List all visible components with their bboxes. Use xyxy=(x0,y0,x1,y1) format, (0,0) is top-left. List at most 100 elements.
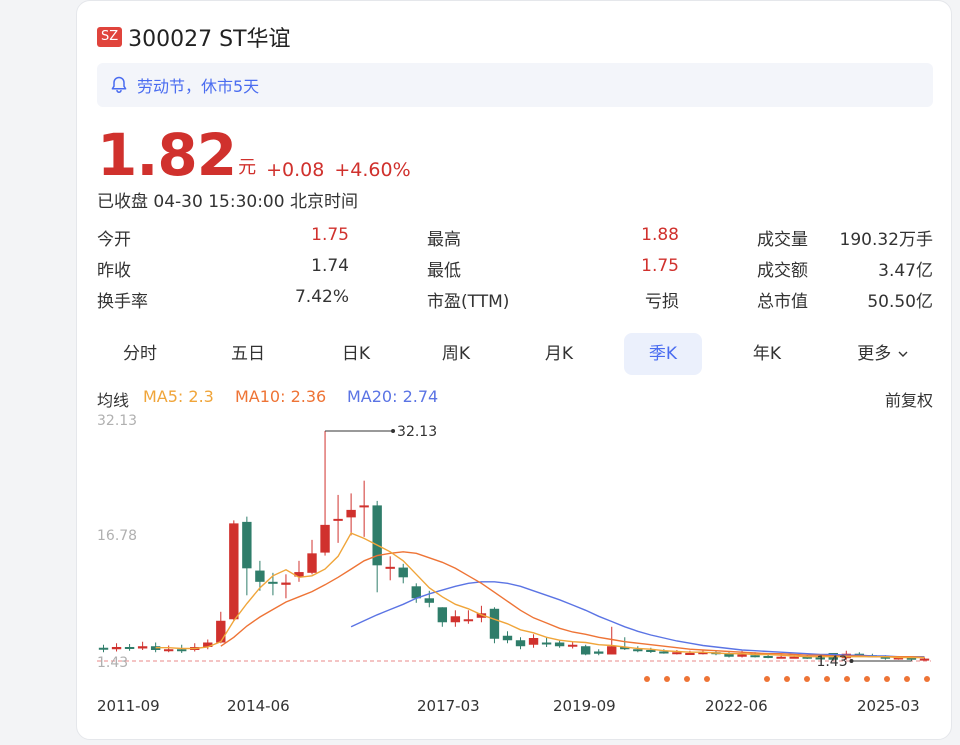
candle-body xyxy=(646,649,656,652)
tab-more[interactable]: 更多 xyxy=(837,333,929,375)
candle-body xyxy=(607,646,617,655)
candle-body xyxy=(776,656,786,659)
candle-body xyxy=(672,652,682,655)
tab-more-label: 更多 xyxy=(857,344,892,364)
tab-five-day[interactable]: 五日 xyxy=(209,333,287,375)
ma-legend: 均线 MA5: 2.3 MA10: 2.36 MA20: 2.74 前复权 xyxy=(97,385,933,411)
min-annotation-label: 1.43 xyxy=(816,654,847,670)
candle-body xyxy=(594,651,604,654)
event-marker xyxy=(704,676,710,682)
event-marker xyxy=(864,676,870,682)
holiday-notice: 劳动节，休市5天 xyxy=(97,63,933,107)
ma5-line xyxy=(155,532,925,659)
candle-body xyxy=(450,616,461,623)
notice-text: 劳动节，休市5天 xyxy=(137,77,260,96)
candle-body xyxy=(567,644,578,647)
stat-label: 成交量 xyxy=(757,230,808,250)
candle-body xyxy=(98,647,109,650)
stat-label: 昨收 xyxy=(97,261,131,281)
price-row: 1.82 元 +0.08 +4.60% xyxy=(97,123,411,187)
candle-body xyxy=(659,651,669,654)
bell-icon xyxy=(111,76,127,94)
max-annotation-dot xyxy=(391,429,396,433)
x-tick-label: 2014-06 xyxy=(227,697,290,715)
stat-label: 最高 xyxy=(427,230,461,250)
adjust-toggle[interactable]: 前复权 xyxy=(885,387,933,411)
stat-value: 1.88 xyxy=(641,225,679,245)
kline-svg[interactable]: 32.13 16.78 1.43 32.13 1.43 2011-09 2014-06 201… xyxy=(77,411,953,741)
candle-body xyxy=(919,658,930,661)
event-marker xyxy=(924,676,930,682)
price-change: +0.08 xyxy=(266,159,325,181)
tab-intraday[interactable]: 分时 xyxy=(101,333,179,375)
event-marker xyxy=(884,676,890,682)
stat-value: 3.47亿 xyxy=(878,261,933,281)
candle-body xyxy=(124,646,135,649)
stat-label: 换手率 xyxy=(97,292,148,312)
tab-quarterly-k[interactable]: 季K xyxy=(624,333,702,375)
event-marker xyxy=(644,676,650,682)
candle-body xyxy=(789,656,799,659)
max-annotation-label: 32.13 xyxy=(397,424,437,440)
candle-body xyxy=(268,581,278,584)
candle-body xyxy=(307,553,317,573)
event-marker xyxy=(844,676,850,682)
tab-weekly-k[interactable]: 周K xyxy=(417,333,495,375)
x-tick-label: 2019-09 xyxy=(553,697,616,715)
stats-row: 换手率 7.42% 市盈(TTM) 亏损 总市值 50.50亿 xyxy=(97,287,933,317)
stat-label: 成交额 xyxy=(757,261,808,281)
market-status: 已收盘 04-30 15:30:00 北京时间 xyxy=(97,192,358,212)
price-unit: 元 xyxy=(238,157,257,178)
exchange-badge: SZ xyxy=(97,27,123,47)
candle-body xyxy=(541,642,552,645)
current-price: 1.82 xyxy=(97,121,237,189)
stat-value: 7.42% xyxy=(294,287,349,307)
ma-label: 均线 xyxy=(97,391,130,410)
x-tick-label: 2022-06 xyxy=(705,697,768,715)
kline-chart[interactable]: 32.13 16.78 1.43 32.13 1.43 2011-09 2014-06 201… xyxy=(77,411,953,741)
stock-header: SZ 300027 ST华谊 xyxy=(97,21,291,53)
min-annotation-dot xyxy=(849,659,854,663)
stat-value: 1.75 xyxy=(311,225,349,245)
period-tabs: 分时 五日 日K 周K 月K 季K 年K 更多 xyxy=(77,333,953,375)
candle-body xyxy=(750,655,760,658)
candle-body xyxy=(216,620,226,643)
stat-label: 总市值 xyxy=(757,292,808,312)
candle-body xyxy=(737,654,747,657)
candle-body xyxy=(255,570,265,582)
tab-daily-k[interactable]: 日K xyxy=(317,333,395,375)
candle-body xyxy=(463,619,474,622)
stat-value: 190.32万手 xyxy=(839,230,933,250)
candle-body xyxy=(320,524,330,553)
candle-body xyxy=(580,646,591,655)
candle-body xyxy=(763,655,773,658)
candle-body xyxy=(554,642,565,647)
event-marker xyxy=(684,676,690,682)
stock-card: SZ 300027 ST华谊 劳动节，休市5天 1.82 元 +0.08 +4.… xyxy=(76,0,952,740)
candle-body xyxy=(242,521,252,569)
stat-label: 今开 xyxy=(97,230,131,250)
candle-body xyxy=(385,566,395,569)
y-tick-label: 1.43 xyxy=(97,655,128,671)
chevron-down-icon xyxy=(898,351,908,357)
candle-body xyxy=(229,523,239,620)
event-marker xyxy=(804,676,810,682)
tab-monthly-k[interactable]: 月K xyxy=(520,333,598,375)
tab-yearly-k[interactable]: 年K xyxy=(728,333,806,375)
stat-value: 1.74 xyxy=(311,256,349,276)
candle-body xyxy=(359,505,369,508)
event-marker xyxy=(764,676,770,682)
candle-body xyxy=(528,638,539,645)
candle-body xyxy=(137,646,148,649)
candle-body xyxy=(177,649,187,652)
ma10-legend: MA10: 2.36 xyxy=(235,387,327,406)
stat-value: 50.50亿 xyxy=(867,292,933,312)
stats-row: 今开 1.75 最高 1.88 成交量 190.32万手 xyxy=(97,225,933,255)
candle-body xyxy=(163,649,174,652)
ma5-legend: MA5: 2.3 xyxy=(143,387,214,406)
candle-body xyxy=(333,518,343,521)
x-tick-label: 2011-09 xyxy=(97,697,160,715)
stock-title[interactable]: 300027 ST华谊 xyxy=(128,21,290,53)
stat-label: 市盈(TTM) xyxy=(427,292,510,312)
candle-body xyxy=(281,582,291,585)
